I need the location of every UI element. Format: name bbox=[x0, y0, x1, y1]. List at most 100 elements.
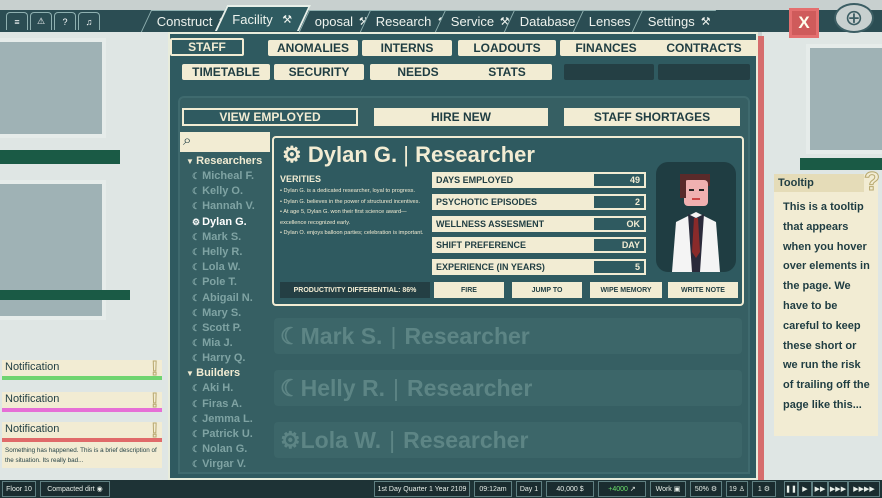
staff-role: Researcher bbox=[403, 426, 529, 453]
hammer-icon: ⚒ bbox=[700, 16, 711, 28]
list-item[interactable]: ☾ Pole T. bbox=[186, 275, 270, 290]
exclamation-icon: ! bbox=[151, 358, 159, 381]
dirt-indicator[interactable]: Compacted dirt ◉ bbox=[40, 481, 110, 497]
list-item[interactable]: ☾ Nolan G. bbox=[186, 442, 270, 457]
moon-icon: ☾ bbox=[192, 383, 201, 394]
warning-icon[interactable]: ⚠ bbox=[30, 12, 52, 30]
staff-name: Pole T. bbox=[202, 276, 237, 289]
staff-name: Mary S. bbox=[202, 306, 242, 319]
notification-title: Notification bbox=[5, 361, 60, 373]
staff-shortages-button[interactable]: STAFF SHORTAGES bbox=[564, 108, 740, 126]
moon-icon: ☾ bbox=[192, 171, 201, 181]
date-display: 1st Day Quarter 1 Year 2109 bbox=[374, 481, 470, 497]
tab-settings[interactable]: Settings ⚒ bbox=[631, 10, 717, 32]
title-divider: | bbox=[393, 374, 399, 401]
exclamation-icon: ! bbox=[151, 390, 159, 413]
quick-icons: ≡ ⚠ ? ♫ bbox=[0, 10, 120, 32]
list-item[interactable]: ☾ Kelly O. bbox=[186, 184, 270, 199]
search-input[interactable]: ⌕ bbox=[180, 132, 270, 152]
write-note-button[interactable]: WRITE NOTE bbox=[668, 282, 738, 298]
list-item[interactable]: ☾ Harry Q. bbox=[186, 351, 270, 366]
gear-icon: ⚙ bbox=[710, 486, 718, 493]
subtab-contracts[interactable]: CONTRACTS bbox=[648, 40, 760, 56]
subtab-interns[interactable]: INTERNS bbox=[362, 40, 452, 56]
bell-icon[interactable]: ♫ bbox=[78, 12, 100, 30]
notification[interactable]: Notification! Something has happened. Thi… bbox=[2, 420, 162, 468]
staff-card-collapsed[interactable]: ☾ Mark S. | Researcher bbox=[274, 318, 742, 354]
tab-service[interactable]: Service ⚒ bbox=[434, 10, 516, 32]
list-item[interactable]: ☾ Jemma L. bbox=[186, 412, 270, 427]
menu-icon[interactable]: ≡ bbox=[6, 12, 28, 30]
gear-icon: ⚙ bbox=[192, 216, 201, 227]
subtab-finances[interactable]: FINANCES bbox=[560, 40, 652, 56]
moon-icon: ☾ bbox=[192, 262, 201, 273]
list-item[interactable]: ☾ Mary S. bbox=[186, 306, 270, 321]
staff-card-collapsed[interactable]: ☾ Helly R. | Researcher bbox=[274, 370, 742, 406]
tab-database[interactable]: Database⚒ bbox=[503, 10, 591, 32]
list-item[interactable]: ☾ Patrick U. bbox=[186, 427, 270, 442]
gear-icon: ⚙ bbox=[282, 142, 302, 167]
stat-row: EXPERIENCE (IN YEARS) 5 bbox=[432, 259, 646, 276]
awning bbox=[0, 290, 130, 300]
tab-label: Database bbox=[519, 14, 576, 29]
view-employed-button[interactable]: VIEW EMPLOYED bbox=[182, 108, 358, 126]
notification-bar bbox=[2, 408, 162, 412]
list-item[interactable]: ☾ Micheal F. bbox=[186, 169, 270, 184]
person-icon: ♙ bbox=[738, 486, 746, 493]
fire-button[interactable]: FIRE bbox=[434, 282, 504, 298]
staff-name: Jemma L. bbox=[202, 412, 253, 425]
subtab-needs[interactable]: NEEDS bbox=[370, 64, 466, 80]
subtab-security[interactable]: SECURITY bbox=[274, 64, 364, 80]
tab-label: Research bbox=[375, 14, 432, 29]
tab-facility[interactable]: Facility ⚒ bbox=[214, 5, 312, 31]
pause-button[interactable]: ❚❚ bbox=[784, 481, 798, 497]
play-button[interactable]: ▶ bbox=[798, 481, 812, 497]
stat-row: SHIFT PREFERENCE DAY bbox=[432, 237, 646, 254]
globe-icon[interactable]: ⊕ bbox=[834, 3, 874, 33]
list-item[interactable]: ☾ Scott P. bbox=[186, 321, 270, 336]
staff-count[interactable]: 19 ♙ bbox=[726, 481, 748, 497]
list-item[interactable]: ☾ Hannah V. bbox=[186, 199, 270, 214]
stat-row: PSYCHOTIC EPISODES 2 bbox=[432, 193, 646, 210]
title-divider: | bbox=[390, 322, 397, 349]
staff-name: Lola W. bbox=[202, 261, 241, 274]
wipe-memory-button[interactable]: WIPE MEMORY bbox=[590, 282, 662, 298]
subtab-staff[interactable]: STAFF bbox=[170, 38, 244, 56]
list-group-header[interactable]: Researchers bbox=[186, 154, 270, 169]
alert-count[interactable]: 1 ⚙ bbox=[752, 481, 776, 497]
notification[interactable]: Notification! bbox=[2, 390, 162, 413]
notification[interactable]: Notification! bbox=[2, 358, 162, 381]
search-icon: ⌕ bbox=[183, 132, 192, 149]
hire-new-button[interactable]: HIRE NEW bbox=[374, 108, 548, 126]
subtab-loadouts[interactable]: LOADOUTS bbox=[458, 40, 556, 56]
staff-card-collapsed[interactable]: ⚙ Lola W. | Researcher bbox=[274, 422, 742, 458]
help-icon[interactable]: ? bbox=[54, 12, 76, 30]
stat-value: OK bbox=[594, 217, 644, 230]
close-button[interactable]: X bbox=[789, 8, 819, 38]
briefcase-icon: ▣ bbox=[673, 486, 681, 493]
staff-name: Aki H. bbox=[202, 382, 234, 395]
list-item[interactable]: ☾ Aki H. bbox=[186, 381, 270, 396]
list-item[interactable]: ☾ Abigail N. bbox=[186, 291, 270, 306]
list-item[interactable]: ☾ Mia J. bbox=[186, 336, 270, 351]
faster-button[interactable]: ▶▶▶ bbox=[828, 481, 848, 497]
fast-button[interactable]: ▶▶ bbox=[812, 481, 828, 497]
list-item[interactable]: ☾ Mark S. bbox=[186, 230, 270, 245]
tab-construct[interactable]: Construct⚒ bbox=[140, 10, 228, 32]
money-value: 40,000 bbox=[556, 485, 578, 493]
fastest-button[interactable]: ▶▶▶▶ bbox=[848, 481, 880, 497]
subtab-anomalies[interactable]: ANOMALIES bbox=[268, 40, 358, 56]
floor-indicator[interactable]: Floor 10 bbox=[2, 481, 36, 497]
subtab-stats[interactable]: STATS bbox=[462, 64, 552, 80]
jump-to-button[interactable]: JUMP TO bbox=[512, 282, 582, 298]
tab-research[interactable]: Research⚒ bbox=[359, 10, 447, 32]
list-item[interactable]: ☾ Firas A. bbox=[186, 397, 270, 412]
subtab-timetable[interactable]: TIMETABLE bbox=[182, 64, 270, 80]
list-item[interactable]: ☾ Virgar V. bbox=[186, 457, 270, 472]
moon-icon: ☾ bbox=[192, 246, 201, 257]
mode-toggle[interactable]: Work ▣ bbox=[650, 481, 686, 497]
list-group-header[interactable]: Builders bbox=[186, 366, 270, 381]
list-item[interactable]: ⚙ Dylan G. bbox=[186, 215, 270, 230]
list-item[interactable]: ☾ Lola W. bbox=[186, 260, 270, 275]
list-item[interactable]: ☾ Helly R. bbox=[186, 245, 270, 260]
